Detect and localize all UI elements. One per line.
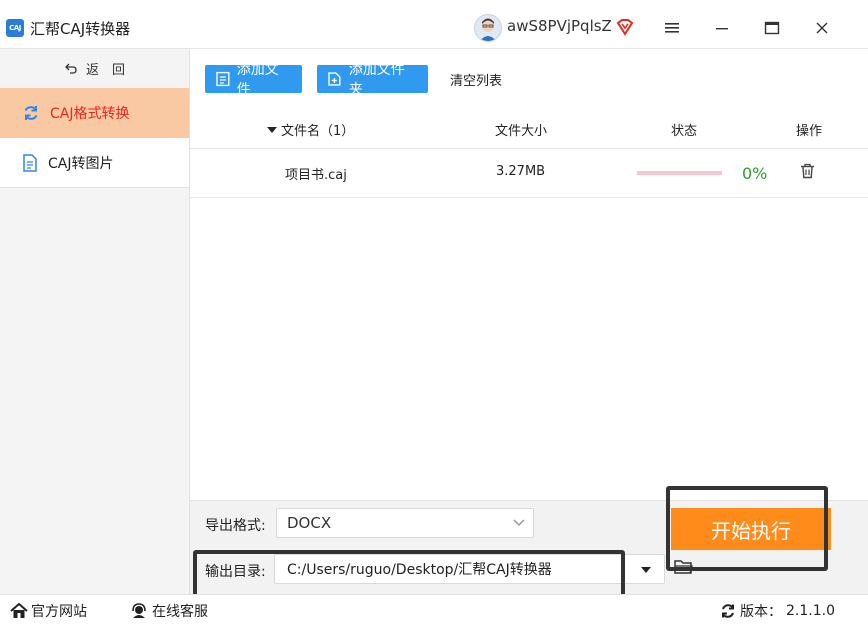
status-bar: 官方网站 在线客服 版本： 2.1.1.0 <box>0 594 868 632</box>
file-size: 3.27MB <box>496 164 546 179</box>
export-format-select[interactable]: DOCX <box>276 508 534 538</box>
username[interactable]: awS8PVjPqlsZ <box>507 17 612 35</box>
sidebar-item-label: CAJ转图片 <box>48 155 114 172</box>
column-header-name[interactable]: 文件名（1） <box>267 120 354 139</box>
title-bar: CAJ 汇帮CAJ转换器 awS8PVjPqlsZ <box>0 8 868 49</box>
home-icon <box>10 603 28 618</box>
background-toolbar-strip <box>0 0 868 8</box>
online-support-link[interactable]: 在线客服 <box>130 601 208 621</box>
version-label: 版本： <box>740 604 782 620</box>
app-logo-icon: CAJ <box>6 19 24 37</box>
sidebar-item-caj-format[interactable]: CAJ格式转换 <box>0 88 189 138</box>
refresh-icon <box>24 106 38 120</box>
sort-down-icon <box>267 126 277 133</box>
add-folder-label: 添加文件夹 <box>348 62 405 98</box>
delete-icon[interactable] <box>800 163 815 183</box>
version-number: 2.1.1.0 <box>786 603 835 619</box>
support-headset-icon <box>132 603 146 618</box>
minimize-icon[interactable] <box>710 16 734 40</box>
menu-icon[interactable] <box>660 16 684 40</box>
official-website-link[interactable]: 官方网站 <box>10 601 87 621</box>
start-button-highlight <box>666 486 828 571</box>
add-file-label: 添加文件 <box>236 62 279 98</box>
back-arrow-icon <box>65 63 77 74</box>
maximize-icon[interactable] <box>760 16 784 40</box>
add-folder-button[interactable]: 添加文件夹 <box>317 62 428 98</box>
vip-diamond-icon[interactable] <box>615 17 635 37</box>
close-icon[interactable] <box>810 16 834 40</box>
back-button[interactable]: 返 回 <box>0 49 189 87</box>
sidebar: 返 回 CAJ格式转换 CAJ转图片 <box>0 49 190 594</box>
export-format-value: DOCX <box>287 514 332 532</box>
online-support-label: 在线客服 <box>152 604 208 620</box>
column-header-size: 文件大小 <box>495 124 548 139</box>
add-folder-icon <box>328 72 341 86</box>
app-title: 汇帮CAJ转换器 <box>30 20 131 38</box>
version-info[interactable]: 版本： 2.1.1.0 <box>720 601 835 621</box>
official-website-label: 官方网站 <box>31 604 87 620</box>
caret-down-icon <box>641 567 651 573</box>
clear-list-button[interactable]: 清空列表 <box>450 70 502 89</box>
column-header-status: 状态 <box>671 124 698 139</box>
refresh-icon <box>722 604 734 618</box>
export-format-label: 导出格式: <box>205 518 266 534</box>
back-label: 返 回 <box>85 62 125 78</box>
sidebar-item-caj-to-image[interactable]: CAJ转图片 <box>0 138 189 188</box>
file-name: 项目书.caj <box>285 168 347 183</box>
chevron-down-icon <box>513 519 525 527</box>
add-file-icon <box>216 71 230 87</box>
file-table-header: 文件名（1） 文件大小 状态 操作 <box>190 108 868 149</box>
sidebar-item-label: CAJ格式转换 <box>50 106 130 122</box>
progress-percent: 0% <box>742 164 768 183</box>
column-header-action: 操作 <box>796 124 823 139</box>
user-avatar[interactable] <box>474 14 502 42</box>
column-header-name-label: 文件名（1） <box>281 124 355 139</box>
document-icon <box>23 153 37 172</box>
progress-bar <box>637 171 722 175</box>
add-file-button[interactable]: 添加文件 <box>205 62 302 98</box>
